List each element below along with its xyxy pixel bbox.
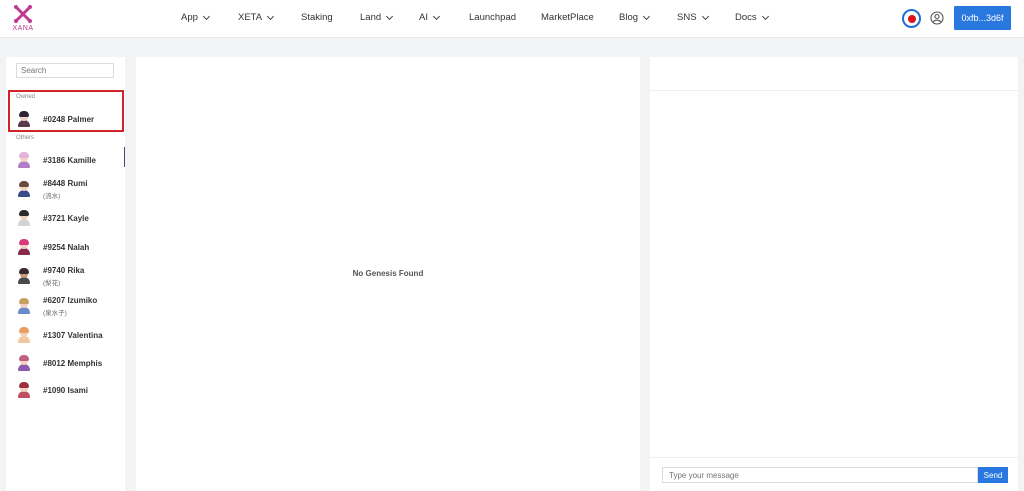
send-button[interactable]: Send (978, 467, 1008, 483)
character-name: #3186 Kamille (43, 155, 96, 165)
message-input[interactable] (662, 467, 978, 483)
nav-label: App (181, 12, 198, 23)
avatar (16, 382, 32, 398)
character-sidebar: Owned #0248 Palmer Others #3186 Kamille … (6, 57, 125, 491)
avatar (16, 111, 32, 127)
nav-label: Staking (301, 12, 333, 23)
record-dot-icon (907, 14, 916, 23)
character-item[interactable]: #9254 Nalah (16, 232, 125, 262)
chat-panel: Send (650, 57, 1018, 491)
owned-character-item[interactable]: #0248 Palmer (16, 104, 125, 134)
character-item[interactable]: #3186 Kamille (16, 145, 125, 175)
nav-item-app[interactable]: App (181, 12, 210, 23)
nav-label: Blog (619, 12, 639, 23)
avatar (16, 268, 32, 284)
chevron-down-icon (267, 12, 275, 20)
avatar (16, 327, 32, 343)
avatar (16, 239, 32, 255)
chevron-down-icon (761, 12, 769, 20)
character-name: #0248 Palmer (43, 114, 95, 124)
chevron-down-icon (202, 12, 210, 20)
nav-item-docs[interactable]: Docs (735, 12, 769, 23)
user-icon (930, 11, 944, 25)
avatar (16, 298, 32, 314)
character-item[interactable]: #1307 Valentina (16, 320, 125, 350)
owned-section-label: Owned (16, 94, 36, 100)
user-profile-button[interactable] (930, 11, 944, 25)
chat-header (650, 57, 1018, 91)
nav-label: Launchpad (469, 12, 517, 23)
character-subname: (流水) (43, 192, 61, 200)
search-input[interactable] (16, 63, 114, 78)
chevron-down-icon (701, 12, 709, 20)
character-name: #1307 Valentina (43, 330, 103, 340)
nav-item-xeta[interactable]: XETA (238, 12, 275, 23)
character-item[interactable]: #9740 Rika (梨花) (16, 261, 125, 291)
chevron-down-icon (386, 12, 394, 20)
avatar (16, 181, 32, 197)
genesis-panel: No Genesis Found (136, 57, 640, 491)
character-name: #1090 Isami (43, 385, 88, 395)
nav-item-sns[interactable]: SNS (677, 12, 709, 23)
avatar (16, 152, 32, 168)
nav-label: XETA (238, 12, 263, 23)
empty-state-message: No Genesis Found (352, 269, 424, 278)
main-nav: App XETA Staking Land AI Launchpad Marke… (0, 0, 1024, 38)
top-navbar: XANA App XETA Staking Land AI Launchpad … (0, 0, 1024, 38)
character-name: #9740 Rika (43, 265, 85, 275)
nav-item-marketplace[interactable]: MarketPlace (541, 12, 594, 23)
character-item[interactable]: #8448 Rumi (流水) (16, 174, 125, 204)
nav-label: MarketPlace (541, 12, 594, 23)
character-subname: (泉水子) (43, 309, 67, 317)
character-item[interactable]: #3721 Kayle (16, 203, 125, 233)
nav-label: SNS (677, 12, 697, 23)
wallet-address-button[interactable]: 0xfb...3d6f (954, 6, 1011, 30)
nav-item-land[interactable]: Land (360, 12, 394, 23)
nav-item-blog[interactable]: Blog (619, 12, 651, 23)
avatar (16, 355, 32, 371)
nav-label: Docs (735, 12, 757, 23)
character-name: #9254 Nalah (43, 242, 90, 252)
character-name: #8448 Rumi (43, 178, 88, 188)
character-item[interactable]: #1090 Isami (16, 375, 125, 405)
character-name: #6207 Izumiko (43, 295, 98, 305)
chevron-down-icon (432, 12, 441, 20)
nav-item-staking[interactable]: Staking (301, 12, 333, 23)
character-name: #3721 Kayle (43, 213, 89, 223)
others-section-label: Others (16, 135, 35, 141)
character-item[interactable]: #8012 Memphis (16, 348, 125, 378)
nav-label: AI (419, 12, 428, 23)
nav-item-launchpad[interactable]: Launchpad (469, 12, 516, 23)
nav-item-ai[interactable]: AI (419, 12, 441, 23)
nav-label: Land (360, 12, 382, 23)
scrollbar-thumb[interactable] (124, 147, 125, 167)
character-subname: (梨花) (43, 279, 61, 287)
record-button[interactable] (902, 9, 921, 28)
avatar (16, 210, 32, 226)
character-name: #8012 Memphis (43, 358, 103, 368)
chevron-down-icon (642, 12, 651, 20)
character-item[interactable]: #6207 Izumiko (泉水子) (16, 291, 125, 321)
